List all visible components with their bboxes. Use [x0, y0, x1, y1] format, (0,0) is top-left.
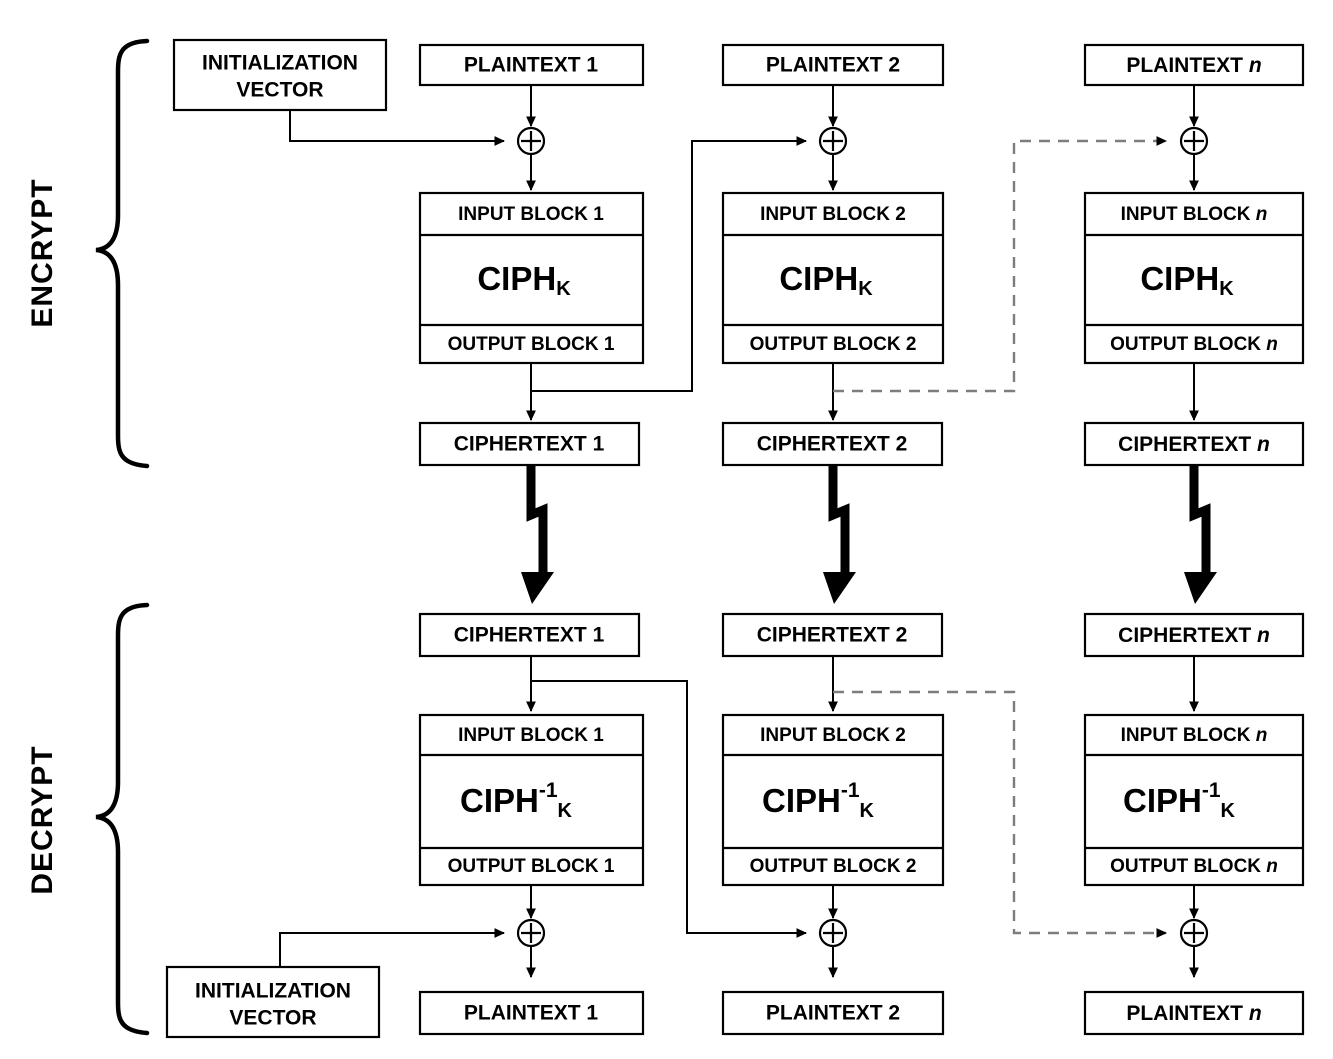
- encrypt-ciphertext-n-label: CIPHERTEXT n: [1118, 433, 1270, 456]
- encrypt-iv-line2: VECTOR: [236, 79, 323, 102]
- encrypt-plaintext-n-label: PLAINTEXT n: [1126, 54, 1261, 77]
- encrypt-iv-line1: INITIALIZATION: [202, 52, 358, 75]
- encrypt-input-block-2-label: INPUT BLOCK 2: [760, 204, 906, 225]
- encrypt-brace: [95, 38, 150, 469]
- encrypt-iv-box: INITIALIZATION VECTOR: [172, 38, 388, 112]
- decrypt-column-n: CIPHERTEXT n INPUT BLOCK n CIPH-1K OUTPU…: [1083, 612, 1305, 1036]
- decrypt-xor-1: [516, 918, 546, 948]
- decrypt-iv-line2: VECTOR: [229, 1007, 316, 1030]
- encrypt-ciphertext-2-box: CIPHERTEXT 2: [721, 421, 944, 467]
- encrypt-plaintext-2-box: PLAINTEXT 2: [721, 43, 945, 87]
- encrypt-output-block-1-label: OUTPUT BLOCK 1: [448, 334, 615, 355]
- decrypt-plaintext-2-label: PLAINTEXT 2: [766, 1002, 900, 1025]
- encrypt-cipher-block-n: INPUT BLOCK n CIPHK OUTPUT BLOCK n: [1083, 191, 1305, 365]
- encrypt-ciphertext-1-label: CIPHERTEXT 1: [454, 433, 605, 456]
- decrypt-plaintext-n-box: PLAINTEXT n: [1083, 990, 1305, 1036]
- encrypt-cipher-block-2: INPUT BLOCK 2 CIPHK OUTPUT BLOCK 2: [721, 191, 945, 365]
- decrypt-output-block-1-label: OUTPUT BLOCK 1: [448, 856, 615, 877]
- encrypt-plaintext-n-box: PLAINTEXT n: [1083, 43, 1305, 87]
- decrypt-iv-line1: INITIALIZATION: [195, 980, 351, 1003]
- encrypt-xor-n: [1179, 126, 1209, 156]
- encrypt-input-block-1-label: INPUT BLOCK 1: [458, 204, 604, 225]
- decrypt-plaintext-2-box: PLAINTEXT 2: [721, 990, 945, 1036]
- decrypt-ciphertext-1-label: CIPHERTEXT 1: [454, 624, 605, 647]
- decrypt-iv-connector: [279, 928, 505, 967]
- encrypt-column-n: PLAINTEXT n INPUT BLOCK n CIPHK OUTPUT B…: [1083, 43, 1305, 467]
- cbc-mode-diagram: ENCRYPT INITIALIZATION VECTOR PLAINTEXT …: [26, 38, 1305, 1039]
- lightning-bolt-icon-2: [823, 466, 856, 604]
- decrypt-plaintext-n-label: PLAINTEXT n: [1126, 1002, 1261, 1025]
- decrypt-cipher-block-2: INPUT BLOCK 2 CIPH-1K OUTPUT BLOCK 2: [721, 713, 945, 887]
- encrypt-output-block-n-label: OUTPUT BLOCK n: [1110, 334, 1278, 355]
- encrypt-ciphertext-1-box: CIPHERTEXT 1: [418, 421, 641, 467]
- decrypt-plaintext-1-label: PLAINTEXT 1: [464, 1002, 599, 1025]
- decrypt-plaintext-1-box: PLAINTEXT 1: [418, 990, 645, 1036]
- decrypt-section: DECRYPT CIPHERTEXT 1 INPUT BLOCK 1 CIPH-…: [26, 602, 1305, 1039]
- transmission-bolts: [521, 466, 1217, 604]
- encrypt-plaintext-2-label: PLAINTEXT 2: [766, 54, 900, 77]
- encrypt-xor-2: [818, 126, 848, 156]
- decrypt-output-block-2-label: OUTPUT BLOCK 2: [750, 856, 917, 877]
- lightning-bolt-icon-1: [521, 466, 554, 604]
- decrypt-ciphertext-n-label: CIPHERTEXT n: [1118, 624, 1270, 647]
- decrypt-input-block-2-label: INPUT BLOCK 2: [760, 725, 906, 746]
- decrypt-input-block-n-label: INPUT BLOCK n: [1121, 725, 1268, 746]
- encrypt-output-block-2-label: OUTPUT BLOCK 2: [750, 334, 917, 355]
- decrypt-input-block-1-label: INPUT BLOCK 1: [458, 725, 604, 746]
- lightning-bolt-icon-n: [1184, 466, 1217, 604]
- encrypt-input-block-n-label: INPUT BLOCK n: [1121, 204, 1268, 225]
- encrypt-ciphertext-2-label: CIPHERTEXT 2: [757, 433, 908, 456]
- decrypt-cipher-block-1: INPUT BLOCK 1 CIPH-1K OUTPUT BLOCK 1: [418, 713, 645, 887]
- encrypt-plaintext-1-label: PLAINTEXT 1: [464, 54, 599, 77]
- decrypt-xor-n: [1179, 918, 1209, 948]
- decrypt-ciphertext-2-label: CIPHERTEXT 2: [757, 624, 908, 647]
- decrypt-output-block-n-label: OUTPUT BLOCK n: [1110, 856, 1278, 877]
- decrypt-ciphertext-n-box: CIPHERTEXT n: [1083, 612, 1305, 658]
- encrypt-iv-connector: [289, 110, 505, 146]
- encrypt-ciphertext-n-box: CIPHERTEXT n: [1083, 421, 1305, 467]
- encrypt-cipher-block-1: INPUT BLOCK 1 CIPHK OUTPUT BLOCK 1: [418, 191, 645, 365]
- decrypt-brace: [95, 602, 150, 1036]
- decrypt-iv-box: INITIALIZATION VECTOR: [165, 965, 381, 1039]
- decrypt-section-label: DECRYPT: [26, 745, 59, 894]
- decrypt-xor-2: [818, 918, 848, 948]
- decrypt-cipher-block-n: INPUT BLOCK n CIPH-1K OUTPUT BLOCK n: [1083, 713, 1305, 887]
- encrypt-section-label: ENCRYPT: [26, 178, 59, 327]
- decrypt-ciphertext-2-box: CIPHERTEXT 2: [721, 612, 944, 658]
- encrypt-plaintext-1-box: PLAINTEXT 1: [418, 43, 645, 87]
- decrypt-ciphertext-1-box: CIPHERTEXT 1: [418, 612, 641, 658]
- encrypt-xor-1: [516, 126, 546, 156]
- encrypt-section: ENCRYPT INITIALIZATION VECTOR PLAINTEXT …: [26, 38, 1305, 469]
